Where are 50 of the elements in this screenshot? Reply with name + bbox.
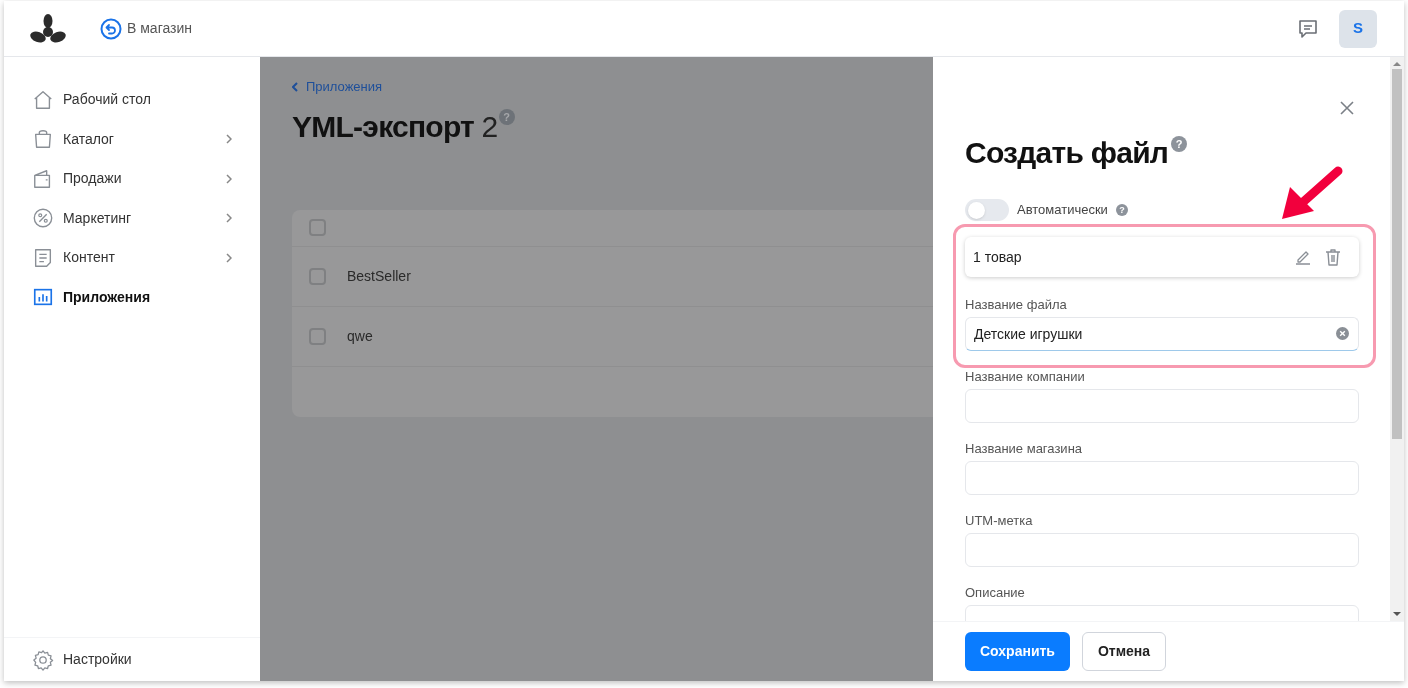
table-cell-text: BestSeller	[347, 266, 411, 286]
checkbox[interactable]	[309, 327, 326, 345]
input-field[interactable]	[965, 389, 1359, 423]
toggle-label: Автоматически	[1017, 201, 1108, 220]
home-icon	[32, 88, 54, 111]
percent-icon	[32, 207, 54, 230]
chevron-right-icon	[226, 252, 232, 263]
sidebar-item[interactable]: Рабочий стол	[32, 80, 232, 120]
toggle-switch[interactable]	[965, 199, 1009, 221]
sidebar-item[interactable]: Каталог	[32, 119, 232, 159]
field-label: Название файла	[965, 296, 1068, 314]
scroll-up-icon[interactable]	[1393, 61, 1401, 67]
chevron-right-icon	[226, 134, 232, 145]
field-label: Название компании	[965, 368, 1086, 386]
bag-icon	[32, 128, 54, 151]
input-field[interactable]	[965, 533, 1359, 567]
field-label: Описание	[965, 584, 1026, 602]
checkbox[interactable]	[309, 219, 326, 236]
settings-link[interactable]: Настройки	[32, 648, 132, 671]
checkbox[interactable]	[309, 267, 326, 285]
scroll-down-icon[interactable]	[1393, 611, 1401, 617]
field-label: UTM-метка	[965, 512, 1034, 530]
field-label: Название магазина	[965, 440, 1084, 458]
trash-icon[interactable]	[1325, 248, 1341, 266]
input-field[interactable]	[965, 461, 1359, 495]
item-count: 1 товар	[973, 247, 1023, 267]
chevron-right-icon	[226, 173, 232, 184]
clear-icon[interactable]	[1336, 327, 1349, 340]
user-avatar[interactable]: S	[1339, 9, 1377, 48]
cancel-button[interactable]: Отмена	[1081, 632, 1167, 671]
back-to-store-link[interactable]: В магазин	[100, 17, 193, 40]
pencil-icon[interactable]	[1295, 249, 1311, 265]
sidebar-item[interactable]: Маркетинг	[32, 198, 232, 238]
chat-icon[interactable]	[1297, 17, 1319, 40]
arrow-annotation	[1280, 165, 1344, 221]
sidebar-item[interactable]: Приложения	[32, 277, 232, 317]
sidebar-item[interactable]: Продажи	[32, 159, 232, 199]
close-icon[interactable]	[1340, 101, 1354, 115]
settings-icon	[32, 648, 54, 671]
doc-icon	[32, 246, 54, 269]
sidebar-item[interactable]: Контент	[32, 238, 232, 278]
logo-icon	[30, 13, 66, 44]
table-cell-text: qwe	[347, 326, 373, 346]
page-title: YML-экспорт 2	[292, 108, 498, 145]
scrollbar[interactable]	[1390, 57, 1404, 621]
drawer-title: Создать файл	[965, 135, 1169, 171]
chevron-left-icon	[292, 81, 298, 92]
save-button[interactable]: Сохранить	[965, 632, 1070, 671]
chevron-right-icon	[226, 213, 232, 224]
input-field[interactable]: Детские игрушки	[965, 317, 1359, 351]
